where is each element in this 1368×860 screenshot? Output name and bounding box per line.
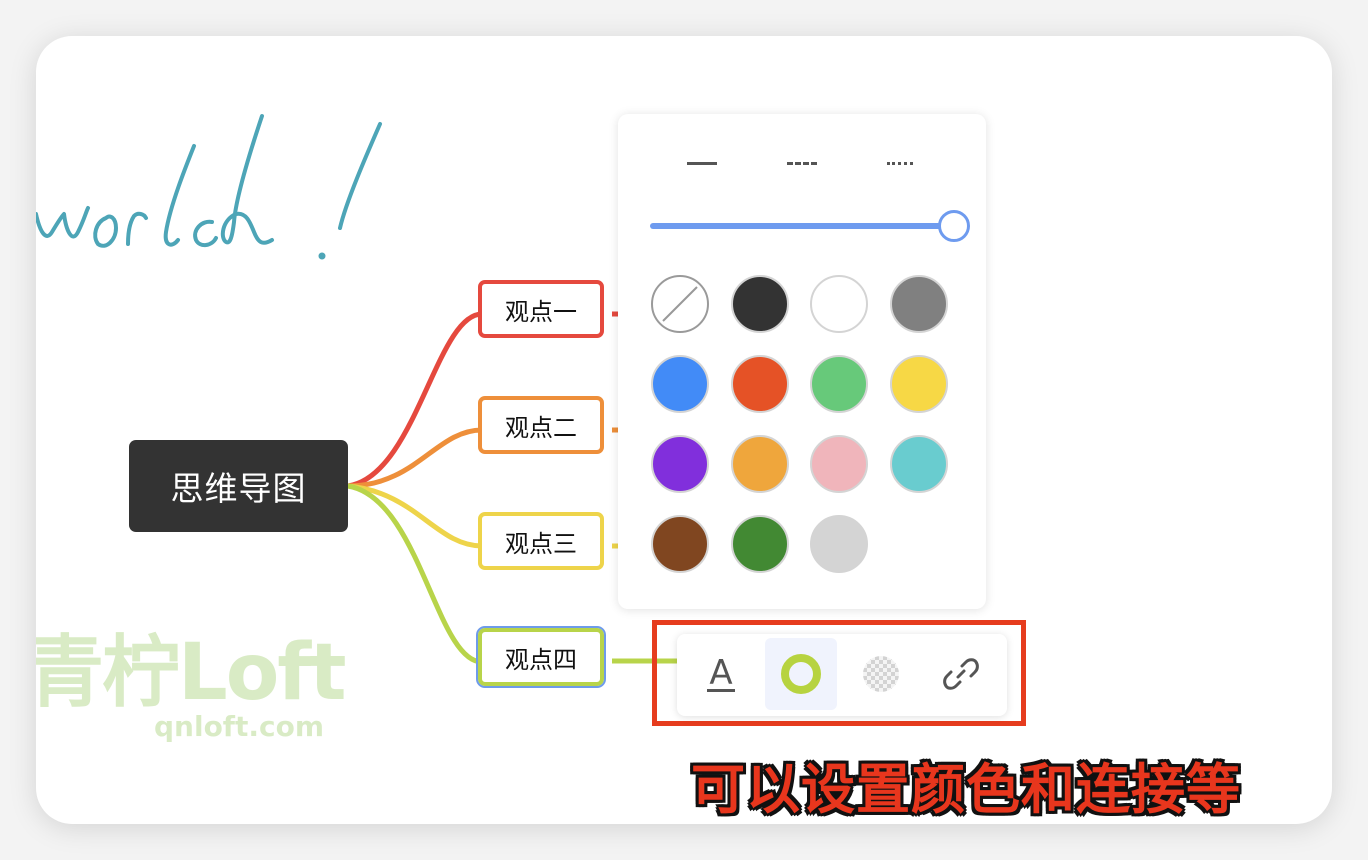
color-swatch-blue[interactable] [651, 355, 709, 413]
dotted-line-icon [887, 161, 913, 165]
color-swatch-orange[interactable] [731, 435, 789, 493]
color-swatch-black[interactable] [731, 275, 789, 333]
whiteboard-canvas[interactable]: 青柠Loft qnloft.com 思维导图 观点一 观点二 观点三 观点四 A… [36, 36, 1332, 824]
thickness-slider-track[interactable] [650, 223, 955, 229]
color-swatch-purple[interactable] [651, 435, 709, 493]
color-swatch-light-gray[interactable] [810, 515, 868, 573]
color-swatch-dark-green[interactable] [731, 515, 789, 573]
mindmap-child-node-3[interactable]: 观点三 [478, 512, 604, 570]
stroke-color-button[interactable] [765, 638, 837, 710]
caption-text: 可以设置颜色和连接等 [691, 757, 1241, 821]
mindmap-child-node-1[interactable]: 观点一 [478, 280, 604, 338]
color-swatch-red-orange[interactable] [731, 355, 789, 413]
color-swatch-white[interactable] [810, 275, 868, 333]
node-style-toolbar: A [677, 634, 1007, 716]
color-swatch-none[interactable] [651, 275, 709, 333]
mindmap-root-node[interactable]: 思维导图 [129, 440, 348, 532]
stroke-style-popover [618, 114, 986, 609]
fill-color-icon [863, 656, 899, 692]
color-swatch-teal[interactable] [890, 435, 948, 493]
branch-line-1 [345, 311, 485, 489]
mindmap-child-node-2[interactable]: 观点二 [478, 396, 604, 454]
color-swatch-pink[interactable] [810, 435, 868, 493]
color-swatch-brown[interactable] [651, 515, 709, 573]
handwriting-stroke[interactable] [36, 114, 382, 260]
line-style-dashed-button[interactable] [772, 150, 832, 176]
text-color-icon: A [707, 652, 735, 693]
text-color-button[interactable]: A [685, 638, 757, 710]
link-button[interactable] [925, 638, 997, 710]
stroke-color-icon [781, 654, 821, 694]
fill-color-button[interactable] [845, 638, 917, 710]
dashed-line-icon [787, 161, 817, 165]
line-style-dotted-button[interactable] [870, 150, 930, 176]
mindmap-child-node-4[interactable]: 观点四 [476, 626, 606, 688]
color-swatch-gray[interactable] [890, 275, 948, 333]
color-swatch-yellow[interactable] [890, 355, 948, 413]
thickness-slider-handle[interactable] [938, 210, 970, 242]
solid-line-icon [687, 161, 717, 165]
video-caption: 可以设置颜色和连接等 [648, 742, 1284, 824]
no-color-icon [662, 286, 698, 322]
link-icon [943, 658, 979, 690]
color-swatch-green[interactable] [810, 355, 868, 413]
line-style-solid-button[interactable] [672, 150, 732, 176]
